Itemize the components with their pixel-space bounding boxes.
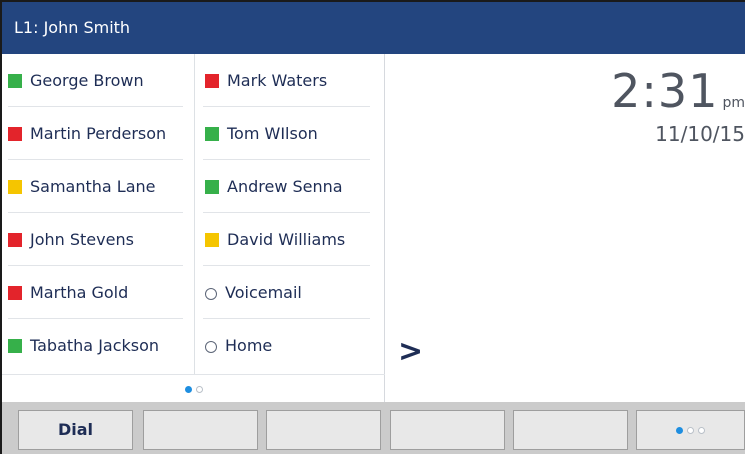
voicemail-item[interactable]: Voicemail (195, 266, 380, 319)
contact-item[interactable]: Andrew Senna (195, 160, 380, 213)
presence-status-icon (205, 74, 219, 88)
softkey-3[interactable] (266, 410, 381, 450)
contact-name: Martha Gold (30, 283, 129, 302)
contact-item[interactable]: Martin Perderson (8, 107, 193, 160)
softkey-page-dot (698, 427, 705, 434)
contact-name: Tabatha Jackson (30, 336, 160, 355)
presence-status-icon (8, 233, 22, 247)
presence-status-icon (205, 233, 219, 247)
contact-name: Mark Waters (227, 71, 328, 90)
softkey-2[interactable] (143, 410, 258, 450)
contact-item[interactable]: Martha Gold (8, 266, 193, 319)
contact-name: Martin Perderson (30, 124, 167, 143)
contact-item[interactable]: Tom WIlson (195, 107, 380, 160)
contact-name: Andrew Senna (227, 177, 343, 196)
contact-name: Samantha Lane (30, 177, 156, 196)
contact-item[interactable]: David Williams (195, 213, 380, 266)
page-dot (195, 385, 203, 393)
contacts-column-left: George Brown Martin Perderson Samantha L… (8, 54, 193, 372)
home-item[interactable]: Home (195, 319, 380, 372)
contact-item[interactable]: Tabatha Jackson (8, 319, 193, 372)
contacts-panel: George Brown Martin Perderson Samantha L… (2, 54, 385, 402)
contact-item[interactable]: Samantha Lane (8, 160, 193, 213)
presence-status-icon (205, 127, 219, 141)
presence-status-icon (205, 180, 219, 194)
softkey-more[interactable] (636, 410, 745, 450)
presence-status-icon (8, 180, 22, 194)
next-page-arrow[interactable]: > (398, 334, 423, 369)
contact-name: Tom WIlson (227, 124, 318, 143)
presence-status-icon (8, 339, 22, 353)
softkey-dial[interactable]: Dial (18, 410, 133, 450)
softkey-4[interactable] (390, 410, 505, 450)
softkey-5[interactable] (513, 410, 628, 450)
contacts-column-right: Mark Waters Tom WIlson Andrew Senna Davi… (194, 54, 380, 374)
clock-time: 2:31 (611, 64, 719, 118)
presence-status-icon (8, 127, 22, 141)
contact-name: Voicemail (225, 283, 302, 302)
presence-status-icon (8, 286, 22, 300)
page-indicator (2, 374, 385, 403)
contact-name: David Williams (227, 230, 346, 249)
clock-ampm: pm (722, 95, 745, 111)
contact-item[interactable]: Mark Waters (195, 54, 380, 107)
clock-display: 2:31 pm (505, 64, 745, 118)
circle-icon (205, 288, 217, 300)
page-dot-active (184, 385, 192, 393)
contact-item[interactable]: John Stevens (8, 213, 193, 266)
contact-name: George Brown (30, 71, 144, 90)
phone-screen: L1: John Smith George Brown Martin Perde… (0, 0, 745, 454)
softkey-bar: Dial (2, 402, 745, 454)
contact-item[interactable]: George Brown (8, 54, 193, 107)
softkey-page-dot (687, 427, 694, 434)
clock-date: 11/10/15 (655, 122, 745, 146)
presence-status-icon (8, 74, 22, 88)
softkey-page-dot-active (676, 427, 683, 434)
contact-name: John Stevens (30, 230, 134, 249)
circle-icon (205, 341, 217, 353)
line-header: L1: John Smith (2, 2, 745, 54)
contact-name: Home (225, 336, 273, 355)
